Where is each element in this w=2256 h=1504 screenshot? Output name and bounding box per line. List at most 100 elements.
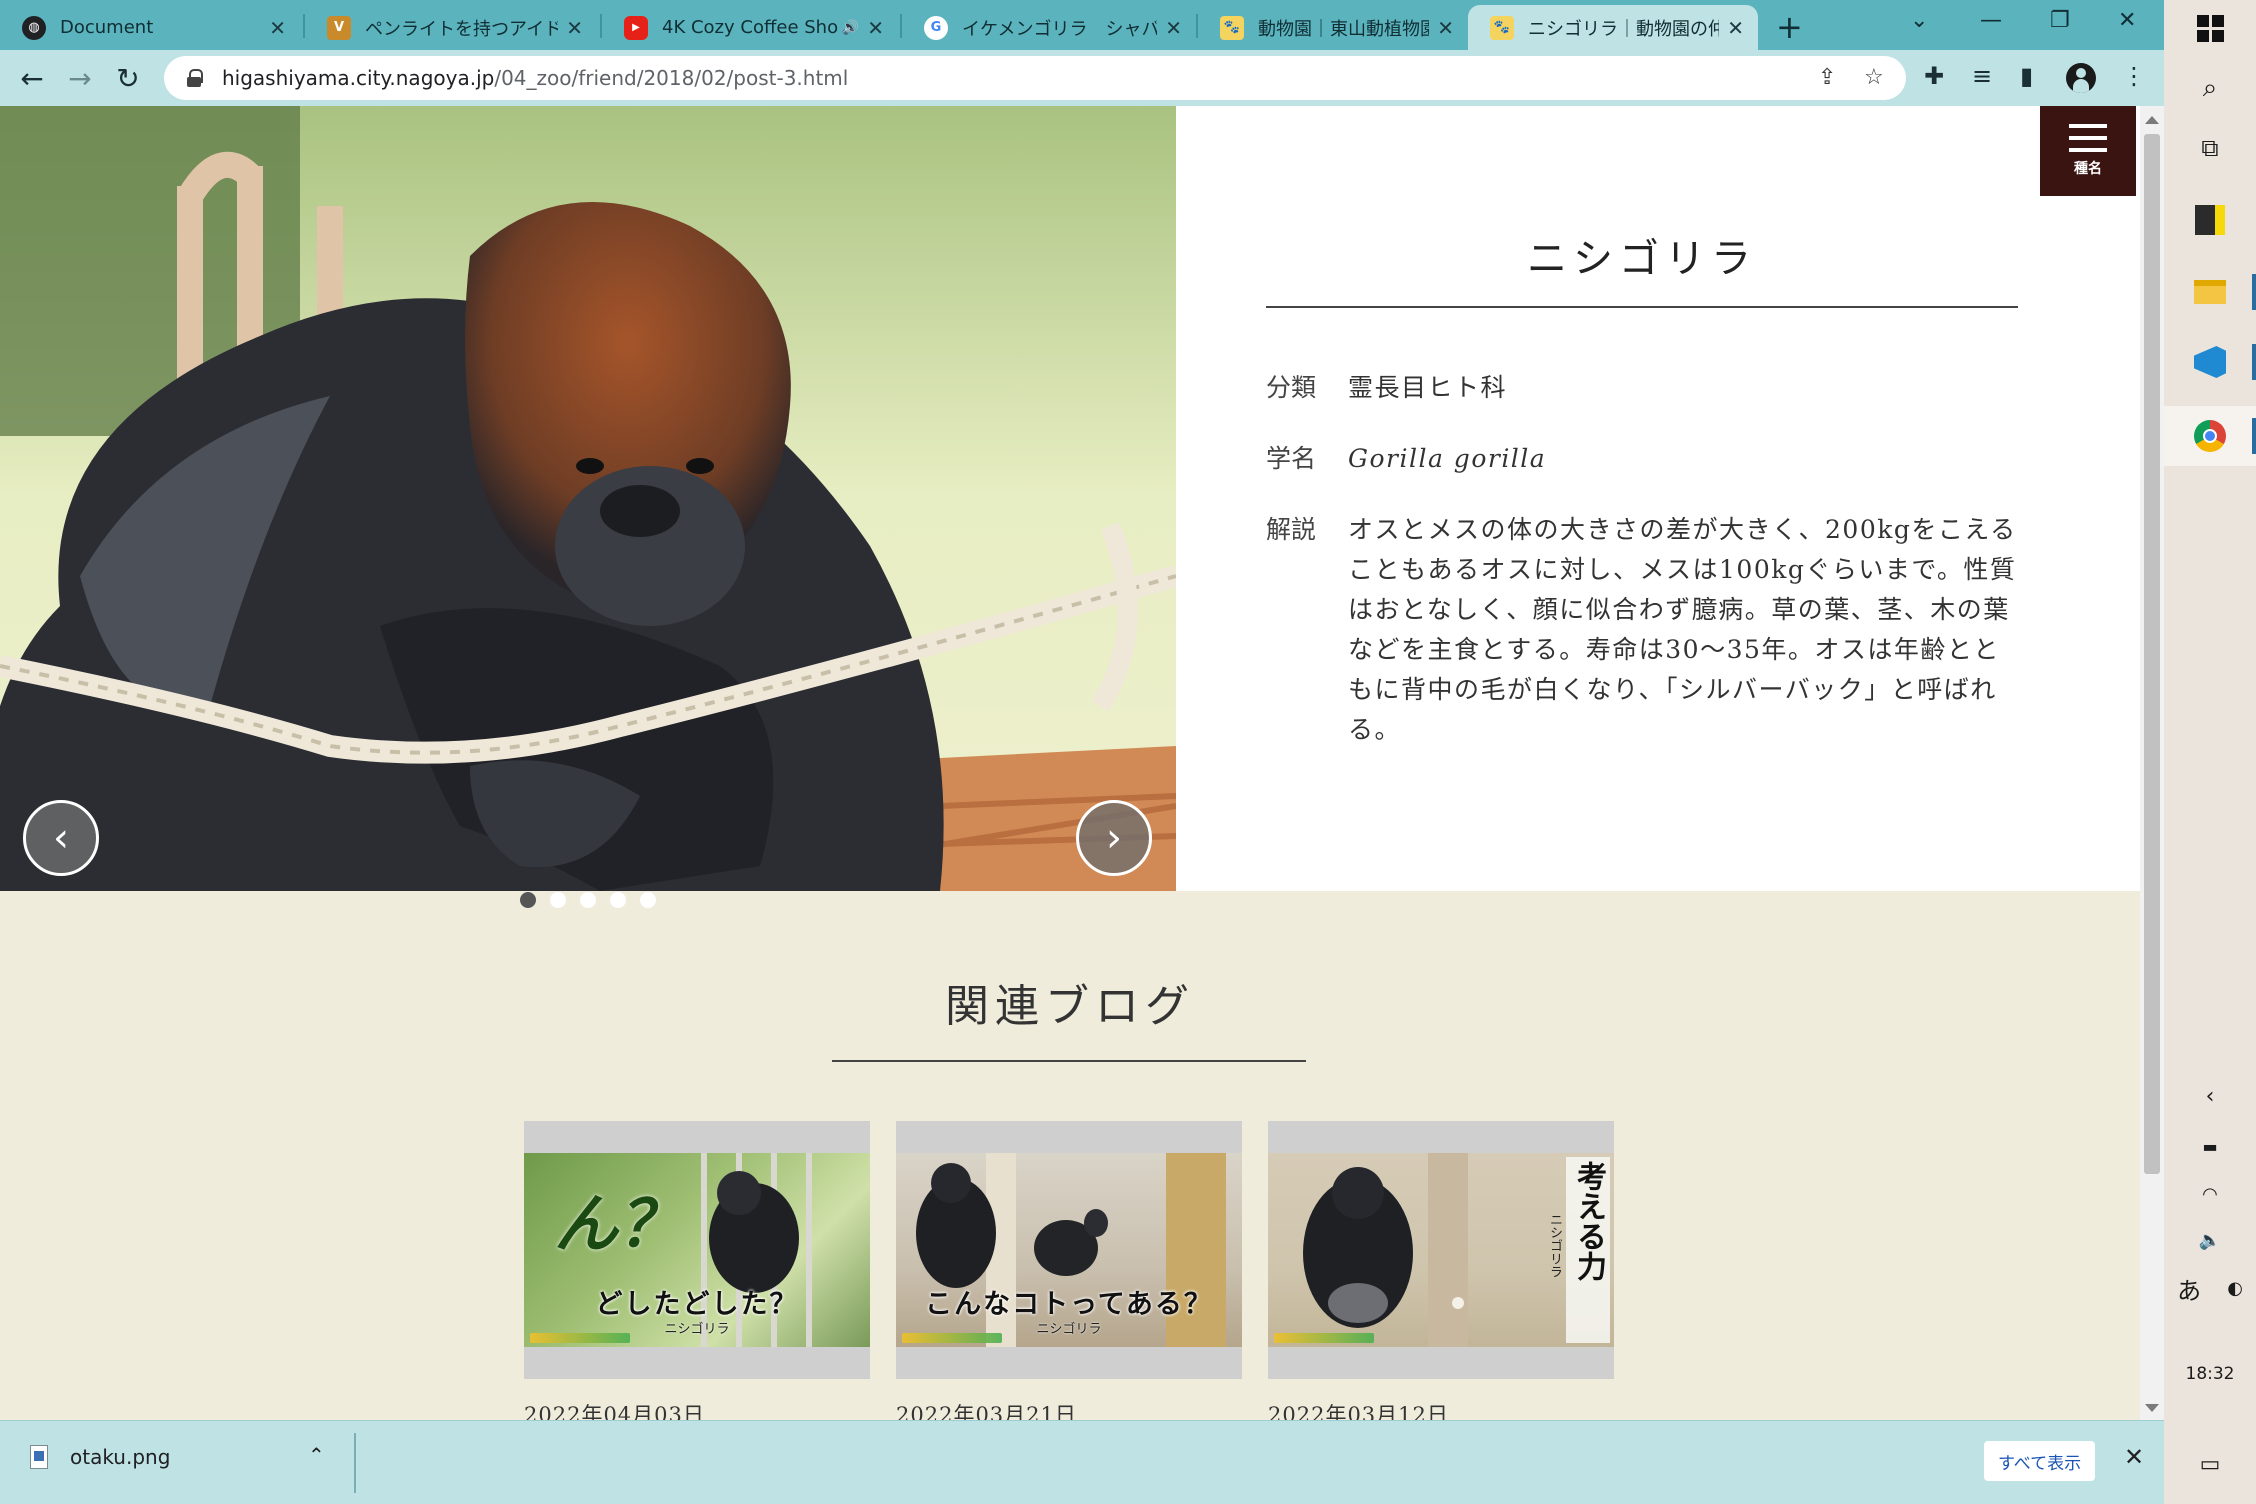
google-icon: G <box>924 15 948 40</box>
slider-dot[interactable] <box>610 892 626 908</box>
tab-document[interactable]: ◍ Document ✕ <box>0 5 300 50</box>
file-explorer-icon[interactable] <box>2164 262 2256 322</box>
url-path: /04_zoo/friend/2018/02/post-3.html <box>494 66 849 90</box>
close-window-button[interactable]: ✕ <box>2118 8 2136 33</box>
battery-icon[interactable]: ▬ <box>2164 1128 2256 1164</box>
star-icon[interactable]: ☆ <box>1864 65 1884 90</box>
reload-button[interactable]: ↻ <box>108 60 148 96</box>
download-filename: otaku.png <box>70 1445 171 1469</box>
blog-thumbnail[interactable]: ん？ どしたどした？ ニシゴリラ <box>524 1121 870 1379</box>
start-button[interactable] <box>2164 6 2256 50</box>
side-panel-icon[interactable]: ▮ <box>2020 62 2033 90</box>
chevron-up-icon[interactable]: ⌃ <box>308 1443 325 1467</box>
ime-mode-icon[interactable]: ◐ <box>2227 1278 2243 1299</box>
image-file-icon <box>30 1445 48 1469</box>
hamburger-icon <box>2069 124 2107 152</box>
blog-card[interactable]: 考える力 ニシゴリラ 2022年03月12日 <box>1268 1121 1614 1420</box>
media-icon[interactable]: ≡ <box>1972 62 1992 90</box>
slider-prev-button[interactable]: ‹ <box>23 800 99 876</box>
ime-area: あ ◐ <box>2164 1270 2256 1306</box>
clock[interactable]: 18:32 <box>2164 1364 2256 1384</box>
row-key: 分類 <box>1266 373 1317 402</box>
task-view-icon[interactable]: ⧉ <box>2164 126 2256 170</box>
chevron-down-icon[interactable]: ⌄ <box>1910 8 1928 33</box>
tab-title: 動物園｜東山動植物園 <box>1258 18 1430 40</box>
scientific-name-row: 学名 Gorilla gorilla <box>1266 439 2018 479</box>
slider-dot[interactable] <box>520 892 536 908</box>
notification-icon[interactable]: ▭ <box>2164 1444 2256 1484</box>
forward-button[interactable]: → <box>60 60 100 96</box>
slider-dot[interactable] <box>550 892 566 908</box>
row-value: 霊長目ヒト科 <box>1348 373 1508 402</box>
ime-indicator[interactable]: あ <box>2177 1271 2201 1306</box>
tab-idol[interactable]: V ペンライトを持つアイドルファ ✕ <box>305 5 597 50</box>
share-icon[interactable]: ⇪ <box>1818 65 1836 90</box>
slider-dot[interactable] <box>580 892 596 908</box>
tab-youtube[interactable]: ▶ 4K Cozy Coffee Shop 🔊 ✕ <box>602 5 898 50</box>
wifi-icon[interactable]: ◠ <box>2164 1176 2256 1212</box>
close-icon[interactable]: ✕ <box>269 16 286 40</box>
close-icon[interactable]: ✕ <box>2124 1443 2144 1471</box>
tab-google[interactable]: G イケメンゴリラ シャバーニ - ✕ <box>902 5 1196 50</box>
species-menu-button[interactable]: 種名 <box>2040 106 2136 196</box>
vscode-icon[interactable] <box>2164 332 2256 392</box>
title-divider <box>1266 306 2018 308</box>
new-tab-button[interactable]: + <box>1776 8 1803 46</box>
tab-title: ペンライトを持つアイドルファ <box>365 18 559 40</box>
sticky-notes-icon[interactable] <box>2164 190 2256 250</box>
scroll-up-arrow[interactable] <box>2145 116 2159 124</box>
tab-strip: ◍ Document ✕ V ペンライトを持つアイドルファ ✕ ▶ 4K Coz… <box>0 0 2164 50</box>
blog-thumbnail[interactable]: こんなコトってある？ ニシゴリラ <box>896 1121 1242 1379</box>
classification-row: 分類 霊長目ヒト科 <box>1266 368 2018 408</box>
restore-button[interactable]: ❐ <box>2050 8 2070 33</box>
close-icon[interactable]: ✕ <box>867 16 884 40</box>
slider-dots <box>520 892 656 908</box>
scroll-down-arrow[interactable] <box>2145 1404 2159 1412</box>
chrome-icon[interactable] <box>2164 406 2256 466</box>
overlay-text: ん？ <box>554 1188 682 1262</box>
search-icon[interactable]: ⌕ <box>2164 66 2256 110</box>
tab-title: ニシゴリラ｜動物園の仲間 <box>1528 18 1720 40</box>
tab-title: 4K Cozy Coffee Shop <box>662 17 838 38</box>
download-item[interactable]: otaku.png <box>30 1445 170 1469</box>
close-icon[interactable]: ✕ <box>1165 16 1182 40</box>
browser-toolbar: ← → ↻ higashiyama.city.nagoya.jp/04_zoo/… <box>0 50 2164 106</box>
thumbnail-image: ん？ どしたどした？ ニシゴリラ <box>524 1153 870 1347</box>
back-button[interactable]: ← <box>12 60 52 96</box>
close-icon[interactable]: ✕ <box>1727 16 1744 40</box>
volume-icon[interactable]: 🔈 <box>2164 1222 2256 1258</box>
row-key: 学名 <box>1266 444 1317 473</box>
address-bar[interactable]: higashiyama.city.nagoya.jp/04_zoo/friend… <box>164 56 1906 100</box>
zoo-logo <box>902 1333 1002 1343</box>
page-scrollbar[interactable] <box>2140 106 2164 1420</box>
speaker-icon[interactable]: 🔊 <box>842 20 859 36</box>
slider-next-button[interactable]: › <box>1076 800 1152 876</box>
card-date: 2022年03月21日 <box>896 1403 1077 1420</box>
profile-avatar[interactable] <box>2066 63 2096 93</box>
scroll-thumb[interactable] <box>2144 134 2160 1174</box>
tab-zoo[interactable]: 🐾 動物園｜東山動植物園 ✕ <box>1198 5 1468 50</box>
screen: ◍ Document ✕ V ペンライトを持つアイドルファ ✕ ▶ 4K Coz… <box>0 0 2256 1504</box>
tab-title: Document <box>60 17 154 38</box>
chevron-left-icon[interactable]: ‹ <box>2164 1078 2256 1114</box>
kebab-menu-icon[interactable]: ⋮ <box>2122 62 2146 90</box>
related-blog-title: 関連ブログ <box>945 981 1195 1032</box>
close-icon[interactable]: ✕ <box>1437 16 1454 40</box>
card-caption: こんなコトってある？ <box>925 1289 1213 1320</box>
blog-card[interactable]: ん？ どしたどした？ ニシゴリラ 2022年04月03日 <box>524 1121 870 1420</box>
youtube-icon: ▶ <box>624 15 648 40</box>
show-all-button[interactable]: すべて表示 <box>1984 1441 2096 1481</box>
extensions-icon[interactable]: ✚ <box>1924 62 1944 90</box>
zoo-icon: 🐾 <box>1220 15 1244 40</box>
hero-slider[interactable]: ‹ › <box>0 106 1176 891</box>
menu-label: 種名 <box>2074 161 2102 177</box>
tab-gorilla[interactable]: 🐾 ニシゴリラ｜動物園の仲間 ✕ <box>1468 5 1758 50</box>
close-icon[interactable]: ✕ <box>566 16 583 40</box>
minimize-button[interactable]: — <box>1980 8 2002 33</box>
blog-card[interactable]: こんなコトってある？ ニシゴリラ 2022年03月21日 <box>896 1121 1242 1420</box>
row-value: オスとメスの体の大きさの差が大きく、200kgをこえることもあるオスに対し、メス… <box>1348 515 2017 744</box>
slider-dot[interactable] <box>640 892 656 908</box>
species-name: ニシゴリラ <box>1527 236 1757 282</box>
lock-icon[interactable] <box>186 69 203 87</box>
blog-thumbnail[interactable]: 考える力 ニシゴリラ <box>1268 1121 1614 1379</box>
